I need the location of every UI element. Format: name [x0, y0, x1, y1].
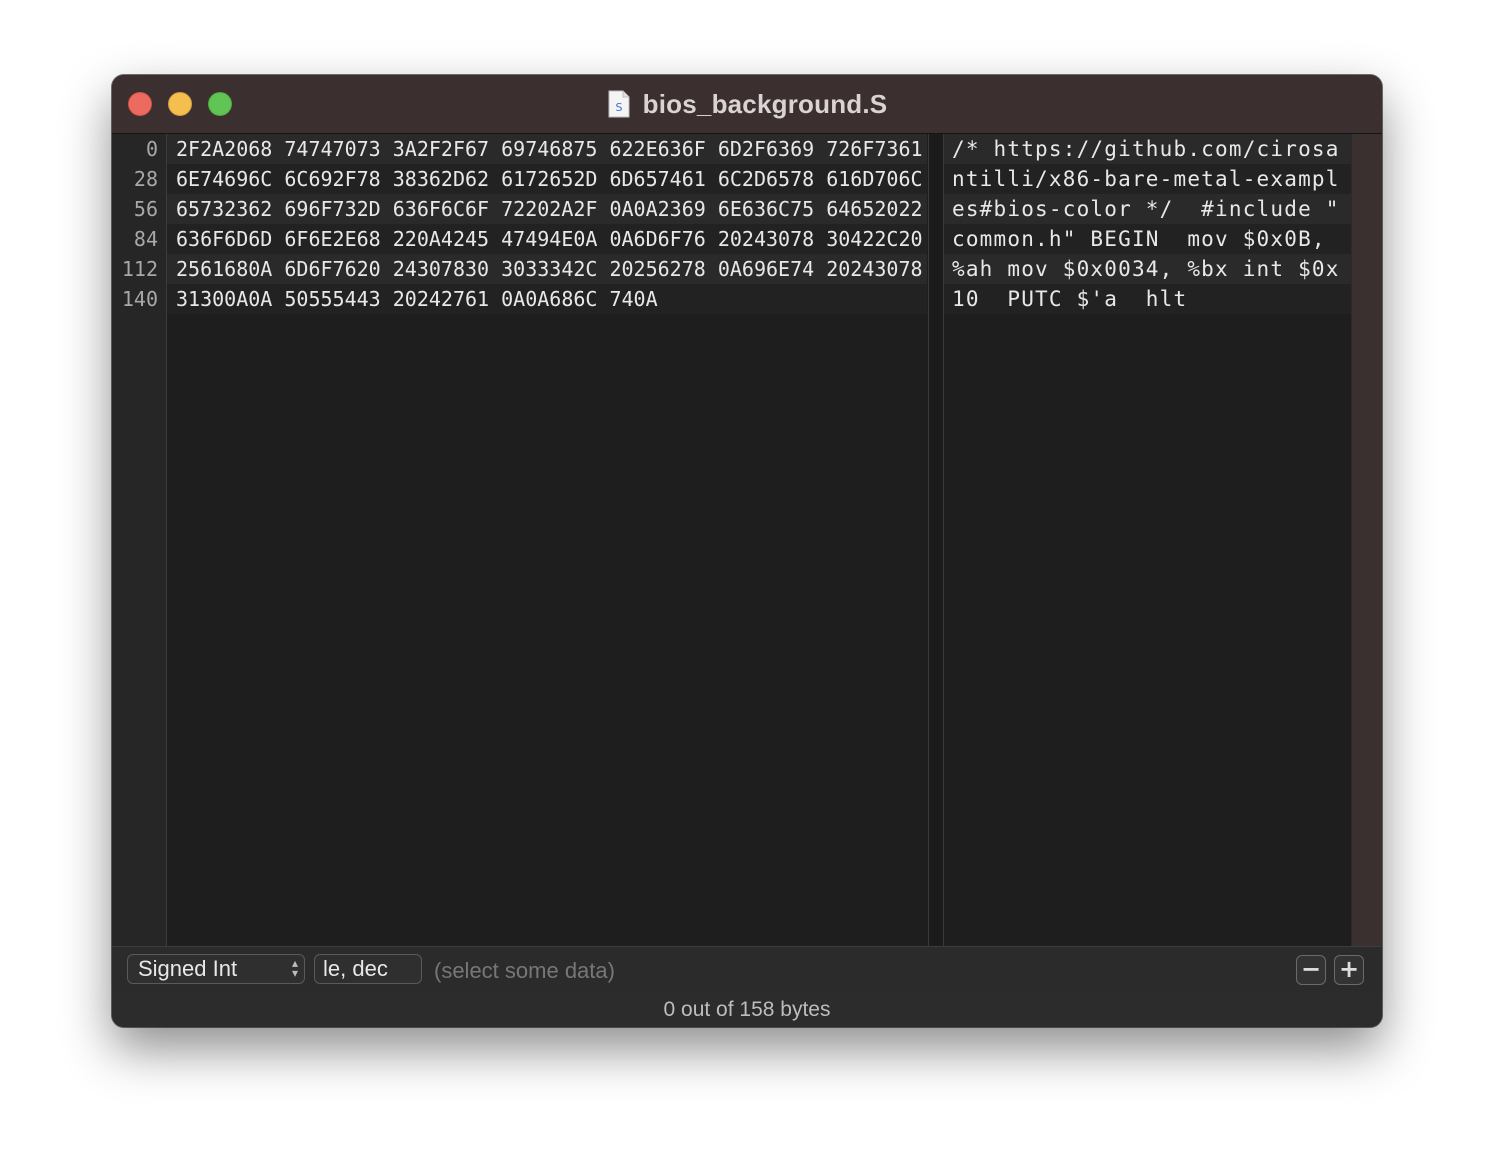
endianness-field[interactable]: le, dec — [314, 954, 422, 984]
text-view[interactable]: /* https://github.com/cirosa ntilli/x86-… — [944, 134, 1352, 946]
endianness-value: le, dec — [323, 956, 388, 981]
hex-row[interactable]: 6E74696C 6C692F78 38362D62 6172652D 6D65… — [167, 164, 927, 194]
text-row[interactable]: 10 PUTC $'a hlt — [944, 284, 1352, 314]
title-group: S bios_background.S — [112, 75, 1382, 133]
chevron-up-down-icon: ▴ ▾ — [291, 956, 298, 980]
offset-gutter: 0 28 56 84 112 140 — [112, 134, 167, 946]
offset-label: 112 — [121, 257, 158, 281]
status-bar: 0 out of 158 bytes — [112, 994, 1382, 1027]
text-row[interactable]: ntilli/x86-bare-metal-exampl — [944, 164, 1352, 194]
document-icon: S — [607, 90, 631, 118]
minus-icon: − — [1300, 955, 1322, 983]
hex-row[interactable]: 65732362 696F732D 636F6C6F 72202A2F 0A0A… — [167, 194, 927, 224]
add-inspector-button[interactable]: + — [1334, 955, 1364, 985]
offset-label: 140 — [121, 287, 158, 311]
text-row[interactable]: common.h" BEGIN mov $0x0B, — [944, 224, 1352, 254]
zoom-window-button[interactable] — [208, 92, 232, 116]
data-type-select[interactable]: Signed Int ▴ ▾ — [127, 954, 305, 984]
file-icon-letter: S — [615, 101, 622, 114]
editor-area: 0 28 56 84 112 140 2F2A2068 74747073 3A2… — [112, 134, 1382, 946]
offset-label: 84 — [133, 227, 158, 251]
data-type-value: Signed Int — [138, 956, 238, 981]
data-inspector-bar: Signed Int ▴ ▾ le, dec (select some data)… — [112, 946, 1382, 995]
inspector-hint: (select some data) — [434, 958, 615, 983]
hex-row[interactable]: 2F2A2068 74747073 3A2F2F67 69746875 622E… — [167, 134, 927, 164]
hex-row[interactable]: 31300A0A 50555443 20242761 0A0A686C 740A — [167, 284, 927, 314]
text-row[interactable]: es#bios-color */ #include " — [944, 194, 1352, 224]
window-title: bios_background.S — [642, 88, 888, 119]
vertical-scrollbar[interactable] — [1351, 134, 1382, 946]
selection-status: 0 out of 158 bytes — [663, 998, 831, 1021]
offset-label: 56 — [133, 197, 158, 221]
close-window-button[interactable] — [128, 92, 152, 116]
hex-row[interactable]: 636F6D6D 6F6E2E68 220A4245 47494E0A 0A6D… — [167, 224, 927, 254]
text-row[interactable]: %ah mov $0x0034, %bx int $0x — [944, 254, 1352, 284]
hex-editor-window: S bios_background.S 0 28 56 84 112 140 2… — [112, 75, 1382, 1027]
pane-divider[interactable] — [928, 134, 944, 946]
hex-row[interactable]: 2561680A 6D6F7620 24307830 3033342C 2025… — [167, 254, 927, 284]
title-bar[interactable]: S bios_background.S — [112, 75, 1382, 134]
offset-label: 0 — [145, 137, 158, 161]
minimize-window-button[interactable] — [168, 92, 192, 116]
remove-inspector-button[interactable]: − — [1296, 955, 1326, 985]
offset-label: 28 — [133, 167, 158, 191]
plus-icon: + — [1338, 955, 1360, 983]
hex-view[interactable]: 2F2A2068 74747073 3A2F2F67 69746875 622E… — [167, 134, 927, 946]
text-row[interactable]: /* https://github.com/cirosa — [944, 134, 1352, 164]
